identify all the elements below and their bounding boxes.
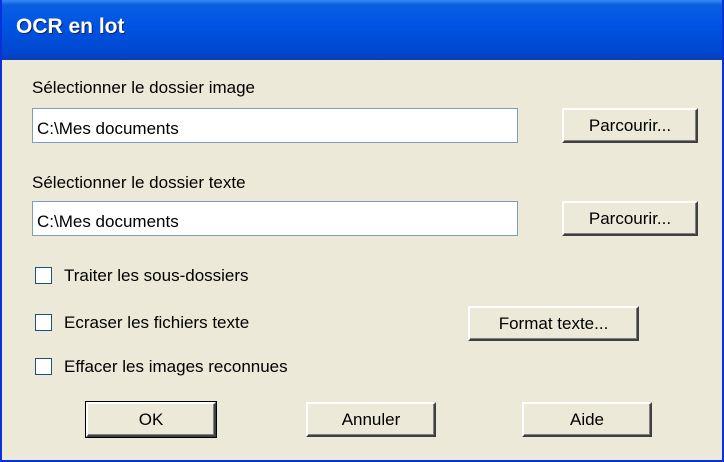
subfolders-label: Traiter les sous-dossiers xyxy=(64,266,249,285)
text-format-button[interactable]: Format texte... xyxy=(468,306,639,341)
image-folder-label: Sélectionner le dossier image xyxy=(32,78,256,97)
overwrite-label: Ecraser les fichiers texte xyxy=(64,313,250,332)
ok-button[interactable]: OK xyxy=(85,401,217,438)
subfolders-checkbox[interactable] xyxy=(35,267,52,284)
text-folder-label: Sélectionner le dossier texte xyxy=(32,173,246,192)
overwrite-checkbox[interactable] xyxy=(35,314,52,331)
batch-ocr-dialog: OCR en lot Sélectionner le dossier image… xyxy=(0,0,724,462)
delete-images-checkbox[interactable] xyxy=(35,358,52,375)
delete-images-label: Effacer les images reconnues xyxy=(64,357,288,376)
text-folder-input[interactable] xyxy=(32,201,518,236)
window-title: OCR en lot xyxy=(16,15,125,38)
browse-text-folder-button[interactable]: Parcourir... xyxy=(562,201,698,236)
cancel-button[interactable]: Annuler xyxy=(306,402,436,437)
image-folder-input[interactable] xyxy=(32,108,518,143)
browse-image-folder-button[interactable]: Parcourir... xyxy=(562,108,698,143)
title-bar[interactable]: OCR en lot xyxy=(2,0,722,60)
help-button[interactable]: Aide xyxy=(522,402,652,437)
